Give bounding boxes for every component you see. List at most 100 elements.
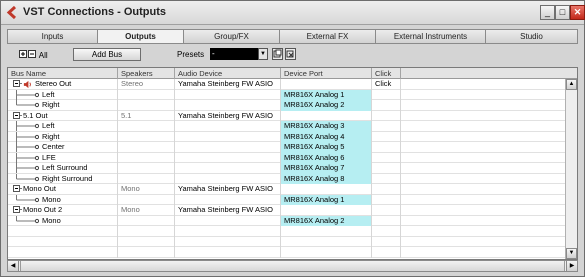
name-cell[interactable]: LFE <box>8 152 118 163</box>
channel-row[interactable]: Mono MR816X Analog 2 <box>8 215 565 226</box>
speakers-cell[interactable] <box>118 121 175 132</box>
title-bar[interactable]: VST Connections - Outputs _ □ ✕ <box>1 1 585 25</box>
name-cell[interactable]: Mono Out <box>8 184 118 195</box>
device-cell[interactable] <box>175 131 281 142</box>
device-cell[interactable]: Yamaha Steinberg FW ASIO <box>175 79 281 90</box>
name-cell[interactable]: Left Surround <box>8 163 118 174</box>
click-cell[interactable] <box>372 163 401 174</box>
channel-row[interactable]: Mono MR816X Analog 1 <box>8 194 565 205</box>
column-header-speakers[interactable]: Speakers <box>118 68 175 79</box>
channel-row[interactable]: Right Surround MR816X Analog 8 <box>8 173 565 184</box>
channel-row[interactable]: Center MR816X Analog 5 <box>8 142 565 153</box>
bus-row[interactable]: Stereo Out Stereo Yamaha Steinberg FW ASIO… <box>8 79 565 90</box>
collapse-icon[interactable] <box>13 205 39 215</box>
vertical-scrollbar[interactable]: ▲ ▼ <box>565 79 577 259</box>
presets-dropdown-icon[interactable]: ▼ <box>258 48 268 60</box>
speakers-cell[interactable]: Stereo <box>118 79 175 90</box>
speakers-cell[interactable]: 5.1 <box>118 110 175 121</box>
device-cell[interactable] <box>175 173 281 184</box>
port-cell[interactable] <box>281 79 372 90</box>
name-cell[interactable]: 5.1 Out <box>8 110 118 121</box>
name-cell[interactable]: Left <box>8 121 118 132</box>
name-cell[interactable]: Stereo Out <box>8 79 118 90</box>
presets-select[interactable]: - <box>210 48 258 60</box>
port-cell[interactable]: MR816X Analog 2 <box>281 215 372 226</box>
channel-row[interactable]: LFE MR816X Analog 6 <box>8 152 565 163</box>
name-cell[interactable]: Center <box>8 142 118 153</box>
device-cell[interactable] <box>175 215 281 226</box>
speakers-cell[interactable]: Mono <box>118 184 175 195</box>
device-cell[interactable] <box>175 142 281 153</box>
name-cell[interactable]: Mono Out 2 <box>8 205 118 216</box>
horizontal-scroll-thumb[interactable] <box>20 261 565 271</box>
bus-row[interactable]: Mono Out Mono Yamaha Steinberg FW ASIO <box>8 184 565 195</box>
device-cell[interactable]: Yamaha Steinberg FW ASIO <box>175 205 281 216</box>
bus-row[interactable]: 5.1 Out 5.1 Yamaha Steinberg FW ASIO <box>8 110 565 121</box>
click-cell[interactable] <box>372 215 401 226</box>
minimize-button[interactable]: _ <box>540 5 555 20</box>
port-cell[interactable]: MR816X Analog 6 <box>281 152 372 163</box>
scroll-up-icon[interactable]: ▲ <box>566 79 577 90</box>
device-cell[interactable] <box>175 194 281 205</box>
collapse-icon[interactable] <box>13 111 39 121</box>
click-cell[interactable] <box>372 184 401 195</box>
column-header-device-port[interactable]: Device Port <box>281 68 372 79</box>
device-cell[interactable]: Yamaha Steinberg FW ASIO <box>175 184 281 195</box>
click-cell[interactable] <box>372 121 401 132</box>
channel-row[interactable]: Left MR816X Analog 1 <box>8 89 565 100</box>
port-cell[interactable]: MR816X Analog 1 <box>281 194 372 205</box>
speakers-cell[interactable] <box>118 173 175 184</box>
click-cell[interactable] <box>372 131 401 142</box>
click-cell[interactable] <box>372 142 401 153</box>
close-button[interactable]: ✕ <box>570 5 585 20</box>
horizontal-scrollbar[interactable]: ◀ ▶ <box>7 260 578 272</box>
column-header-bus-name[interactable]: Bus Name <box>8 68 118 79</box>
maximize-button[interactable]: □ <box>555 5 570 20</box>
expand-all-control[interactable]: All <box>19 50 48 60</box>
column-header-audio-device[interactable]: Audio Device <box>175 68 281 79</box>
click-cell[interactable] <box>372 173 401 184</box>
port-cell[interactable] <box>281 184 372 195</box>
device-cell[interactable] <box>175 121 281 132</box>
channel-row[interactable]: Right MR816X Analog 2 <box>8 100 565 111</box>
speakers-cell[interactable]: Mono <box>118 205 175 216</box>
tab-external-instruments[interactable]: External Instruments <box>375 29 485 44</box>
port-cell[interactable]: MR816X Analog 2 <box>281 100 372 111</box>
click-cell[interactable] <box>372 152 401 163</box>
tab-inputs[interactable]: Inputs <box>7 29 97 44</box>
port-cell[interactable]: MR816X Analog 5 <box>281 142 372 153</box>
name-cell[interactable]: Mono <box>8 194 118 205</box>
name-cell[interactable]: Mono <box>8 215 118 226</box>
port-cell[interactable] <box>281 205 372 216</box>
device-cell[interactable]: Yamaha Steinberg FW ASIO <box>175 110 281 121</box>
speakers-cell[interactable] <box>118 163 175 174</box>
click-cell[interactable] <box>372 100 401 111</box>
bus-row[interactable]: Mono Out 2 Mono Yamaha Steinberg FW ASIO <box>8 205 565 216</box>
scroll-right-icon[interactable]: ▶ <box>566 261 577 271</box>
speakers-cell[interactable] <box>118 131 175 142</box>
channel-row[interactable]: Right MR816X Analog 4 <box>8 131 565 142</box>
port-cell[interactable]: MR816X Analog 1 <box>281 89 372 100</box>
port-cell[interactable]: MR816X Analog 7 <box>281 163 372 174</box>
tab-studio[interactable]: Studio <box>485 29 578 44</box>
speakers-cell[interactable] <box>118 215 175 226</box>
click-cell[interactable] <box>372 194 401 205</box>
tab-external-fx[interactable]: External FX <box>279 29 375 44</box>
port-cell[interactable]: MR816X Analog 4 <box>281 131 372 142</box>
tab-group-fx[interactable]: Group/FX <box>183 29 279 44</box>
name-cell[interactable]: Right Surround <box>8 173 118 184</box>
click-cell[interactable] <box>372 89 401 100</box>
channel-row[interactable]: Left MR816X Analog 3 <box>8 121 565 132</box>
name-cell[interactable]: Right <box>8 100 118 111</box>
click-cell[interactable] <box>372 205 401 216</box>
scroll-left-icon[interactable]: ◀ <box>8 261 19 271</box>
speakers-cell[interactable] <box>118 142 175 153</box>
device-cell[interactable] <box>175 163 281 174</box>
name-cell[interactable]: Right <box>8 131 118 142</box>
port-cell[interactable]: MR816X Analog 8 <box>281 173 372 184</box>
name-cell[interactable]: Left <box>8 89 118 100</box>
channel-row[interactable]: Left Surround MR816X Analog 7 <box>8 163 565 174</box>
device-cell[interactable] <box>175 152 281 163</box>
port-cell[interactable] <box>281 110 372 121</box>
speakers-cell[interactable] <box>118 152 175 163</box>
